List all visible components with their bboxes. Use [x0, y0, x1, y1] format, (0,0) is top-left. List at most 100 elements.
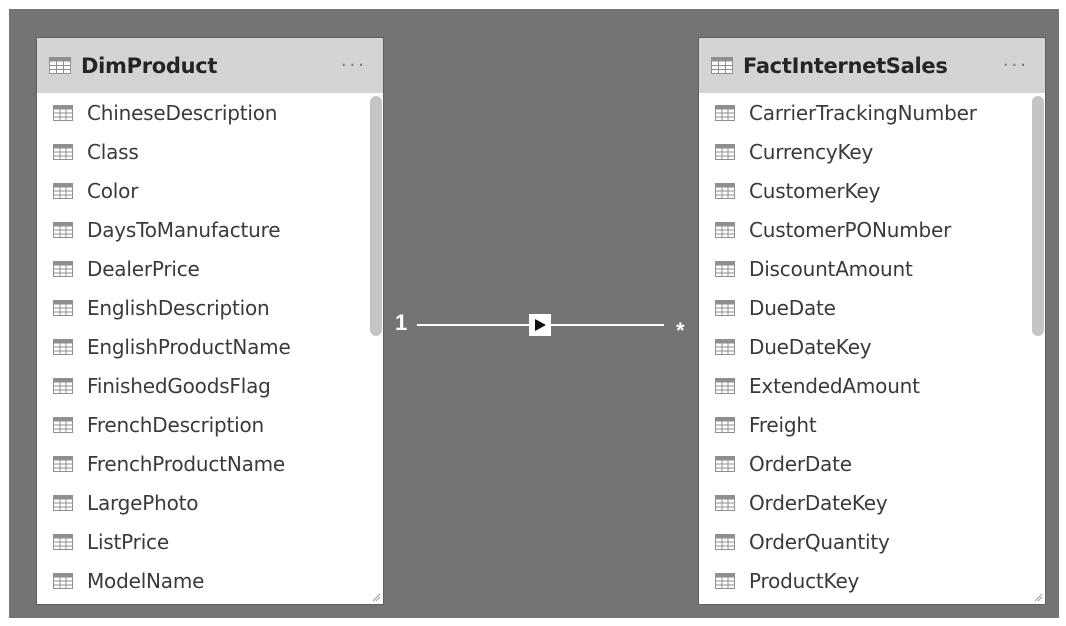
field-row[interactable]: Class: [37, 132, 383, 171]
field-label: DueDateKey: [749, 334, 872, 359]
table-icon: [49, 57, 71, 74]
field-row[interactable]: ProductKey: [699, 561, 1045, 600]
field-label: EnglishDescription: [87, 295, 270, 320]
relationship-line[interactable]: [417, 324, 530, 326]
column-icon: [53, 572, 73, 589]
field-row[interactable]: OrderDate: [699, 444, 1045, 483]
field-row[interactable]: OrderQuantity: [699, 522, 1045, 561]
field-row[interactable]: EnglishProductName: [37, 327, 383, 366]
table-header[interactable]: DimProduct ···: [37, 38, 383, 93]
column-icon: [715, 572, 735, 589]
field-label: FrenchProductName: [87, 451, 286, 476]
column-icon: [53, 338, 73, 355]
field-row[interactable]: FinishedGoodsFlag: [37, 366, 383, 405]
column-icon: [715, 338, 735, 355]
more-options-icon[interactable]: ···: [1003, 55, 1029, 76]
cardinality-one-label: 1: [395, 310, 408, 335]
field-row[interactable]: DiscountAmount: [699, 249, 1045, 288]
field-label: LargePhoto: [87, 490, 199, 515]
column-icon: [53, 533, 73, 550]
table-title: DimProduct: [81, 53, 218, 78]
field-label: EnglishProductName: [87, 334, 291, 359]
field-label: ProductKey: [749, 568, 860, 593]
column-icon: [715, 494, 735, 511]
field-row[interactable]: EnglishDescription: [37, 288, 383, 327]
field-label: DiscountAmount: [749, 256, 913, 281]
more-options-icon[interactable]: ···: [341, 55, 367, 76]
column-icon: [715, 104, 735, 121]
resize-grip-icon[interactable]: [371, 592, 381, 602]
column-icon: [53, 182, 73, 199]
column-icon: [53, 416, 73, 433]
field-label: CurrencyKey: [749, 139, 874, 164]
field-row[interactable]: CustomerPONumber: [699, 210, 1045, 249]
field-list[interactable]: ChineseDescription Class Color DaysToManufa…: [37, 93, 383, 605]
field-label: DealerPrice: [87, 256, 200, 281]
field-list[interactable]: CarrierTrackingNumber CurrencyKey Customer…: [699, 93, 1045, 605]
model-canvas[interactable]: DimProduct ··· ChineseDescription Class Co…: [9, 9, 1059, 618]
field-row[interactable]: ChineseDescription: [37, 93, 383, 132]
field-row[interactable]: FrenchDescription: [37, 405, 383, 444]
field-label: CarrierTrackingNumber: [749, 100, 977, 125]
column-icon: [53, 299, 73, 316]
field-label: Class: [87, 139, 139, 164]
field-label: ExtendedAmount: [749, 373, 920, 398]
field-row[interactable]: CarrierTrackingNumber: [699, 93, 1045, 132]
cardinality-many-label: *: [676, 318, 685, 343]
field-label: Freight: [749, 412, 817, 437]
table-header[interactable]: FactInternetSales ···: [699, 38, 1045, 93]
field-row[interactable]: OrderDateKey: [699, 483, 1045, 522]
column-icon: [715, 299, 735, 316]
field-row[interactable]: FrenchProductName: [37, 444, 383, 483]
field-label: ModelName: [87, 568, 205, 593]
column-icon: [53, 104, 73, 121]
field-label: OrderDate: [749, 451, 852, 476]
field-row[interactable]: Freight: [699, 405, 1045, 444]
field-label: OrderQuantity: [749, 529, 890, 554]
field-row[interactable]: CustomerKey: [699, 171, 1045, 210]
column-icon: [53, 143, 73, 160]
filter-direction-arrow-icon[interactable]: [529, 314, 551, 336]
field-row[interactable]: CurrencyKey: [699, 132, 1045, 171]
column-icon: [53, 377, 73, 394]
column-icon: [715, 455, 735, 472]
field-label: CustomerKey: [749, 178, 881, 203]
field-label: CustomerPONumber: [749, 217, 952, 242]
field-label: OrderDateKey: [749, 490, 888, 515]
field-row[interactable]: Color: [37, 171, 383, 210]
column-icon: [715, 416, 735, 433]
field-row[interactable]: DueDateKey: [699, 327, 1045, 366]
scrollbar[interactable]: [370, 96, 382, 336]
table-icon: [711, 57, 733, 74]
column-icon: [53, 260, 73, 277]
field-row[interactable]: ModelName: [37, 561, 383, 600]
field-row[interactable]: DueDate: [699, 288, 1045, 327]
column-icon: [715, 377, 735, 394]
column-icon: [715, 260, 735, 277]
field-label: Color: [87, 178, 139, 203]
table-card-dimproduct[interactable]: DimProduct ··· ChineseDescription Class Co…: [36, 37, 384, 605]
column-icon: [53, 221, 73, 238]
field-label: FinishedGoodsFlag: [87, 373, 271, 398]
field-label: DaysToManufacture: [87, 217, 281, 242]
field-row[interactable]: ExtendedAmount: [699, 366, 1045, 405]
scrollbar[interactable]: [1032, 96, 1044, 336]
column-icon: [715, 182, 735, 199]
column-icon: [53, 494, 73, 511]
column-icon: [715, 143, 735, 160]
table-title: FactInternetSales: [743, 53, 948, 78]
field-label: ChineseDescription: [87, 100, 278, 125]
field-label: DueDate: [749, 295, 836, 320]
relationship-line[interactable]: [551, 324, 664, 326]
field-row[interactable]: DaysToManufacture: [37, 210, 383, 249]
column-icon: [715, 533, 735, 550]
field-label: FrenchDescription: [87, 412, 264, 437]
column-icon: [715, 221, 735, 238]
field-row[interactable]: ListPrice: [37, 522, 383, 561]
field-label: ListPrice: [87, 529, 169, 554]
resize-grip-icon[interactable]: [1033, 592, 1043, 602]
column-icon: [53, 455, 73, 472]
field-row[interactable]: DealerPrice: [37, 249, 383, 288]
table-card-factinternetsales[interactable]: FactInternetSales ··· CarrierTrackingNum…: [698, 37, 1046, 605]
field-row[interactable]: LargePhoto: [37, 483, 383, 522]
